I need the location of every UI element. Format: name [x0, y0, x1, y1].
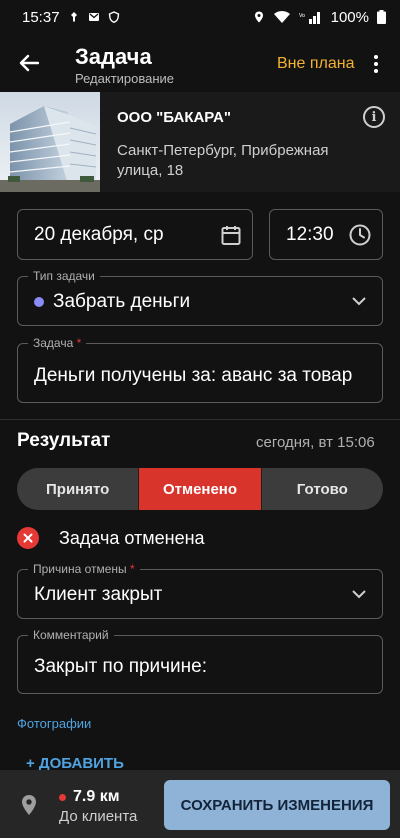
result-time: сегодня, вт 15:06 — [256, 434, 375, 451]
signal-icon: Vo — [299, 12, 320, 24]
segment-done[interactable]: Готово — [262, 468, 383, 510]
more-options-button[interactable] — [366, 50, 386, 78]
app-bar: Задача Редактирование Вне плана — [0, 34, 400, 92]
cancel-reason-value: Клиент закрыт — [34, 584, 163, 605]
chevron-down-icon — [352, 297, 366, 306]
section-divider — [0, 419, 400, 420]
calendar-icon — [221, 226, 241, 245]
shield-notification-icon — [108, 11, 119, 23]
wifi-icon — [273, 10, 290, 23]
photos-label: Фотографии — [17, 716, 92, 731]
comment-label: Комментарий — [28, 628, 114, 642]
distance-value: 7.9 км — [73, 788, 120, 805]
client-address: Санкт-Петербург, Прибрежная улица, 18 — [117, 142, 329, 179]
info-icon[interactable]: i — [363, 106, 385, 128]
clock-icon — [349, 224, 371, 246]
bottom-bar: 7.9 км До клиента СОХРАНИТЬ ИЗМЕНЕНИЯ — [0, 770, 400, 838]
page-subtitle: Редактирование — [75, 71, 175, 86]
date-value: 20 декабря, ср — [34, 224, 164, 245]
status-time: 15:37 — [22, 8, 60, 26]
comment-value: Закрыт по причине: — [34, 656, 208, 677]
page-title: Задача — [75, 44, 152, 69]
distance-status-dot — [59, 793, 66, 801]
distance-label: До клиента — [59, 808, 138, 825]
svg-text:Vo: Vo — [299, 13, 305, 19]
more-vert-icon — [374, 55, 378, 59]
segment-cancelled[interactable]: Отменено — [138, 468, 262, 510]
result-segmented-control: Принято Отменено Готово — [17, 468, 383, 510]
task-type-select[interactable]: Тип задачи Забрать деньги — [17, 269, 383, 326]
save-changes-button[interactable]: СОХРАНИТЬ ИЗМЕНЕНИЯ — [164, 780, 390, 830]
result-title: Результат — [17, 430, 111, 451]
location-icon — [254, 11, 263, 23]
arrow-back-icon — [19, 54, 39, 72]
battery-percent: 100% — [330, 8, 369, 26]
task-type-color-dot — [34, 297, 44, 307]
cancel-reason-select[interactable]: Причина отмены * Клиент закрыт — [17, 562, 383, 619]
time-value: 12:30 — [286, 224, 334, 245]
client-card[interactable]: ООО "БАКАРА" Санкт-Петербург, Прибрежная… — [0, 92, 400, 192]
client-name: ООО "БАКАРА" — [117, 109, 231, 126]
comment-field[interactable]: Комментарий Закрыт по причине: — [17, 628, 383, 694]
cancel-icon — [17, 527, 39, 549]
date-field[interactable]: 20 декабря, ср — [17, 209, 253, 260]
task-description-label: Задача * — [28, 336, 87, 350]
battery-icon — [377, 10, 386, 24]
cancel-status-row: Задача отменена — [17, 526, 205, 550]
task-type-label: Тип задачи — [28, 269, 100, 283]
pin-notification-icon — [70, 12, 77, 22]
time-field[interactable]: 12:30 — [269, 209, 383, 260]
unplanned-badge[interactable]: Вне плана — [277, 55, 354, 73]
chevron-down-icon — [352, 590, 366, 599]
client-building-image — [0, 92, 100, 192]
cancel-reason-label: Причина отмены * — [28, 562, 140, 576]
segment-accepted[interactable]: Принято — [17, 468, 138, 510]
mail-notification-icon — [88, 13, 99, 21]
task-type-value: Забрать деньги — [53, 291, 191, 312]
task-description-value: Деньги получены за: аванс за товар — [34, 365, 353, 386]
back-button[interactable] — [14, 48, 44, 78]
task-description-field[interactable]: Задача * Деньги получены за: аванс за то… — [17, 336, 383, 403]
status-bar: 15:37 Vo 100% — [0, 0, 400, 34]
cancel-status-text: Задача отменена — [59, 527, 205, 548]
location-pin-icon — [22, 795, 36, 815]
distance-row: 7.9 км — [59, 788, 120, 806]
